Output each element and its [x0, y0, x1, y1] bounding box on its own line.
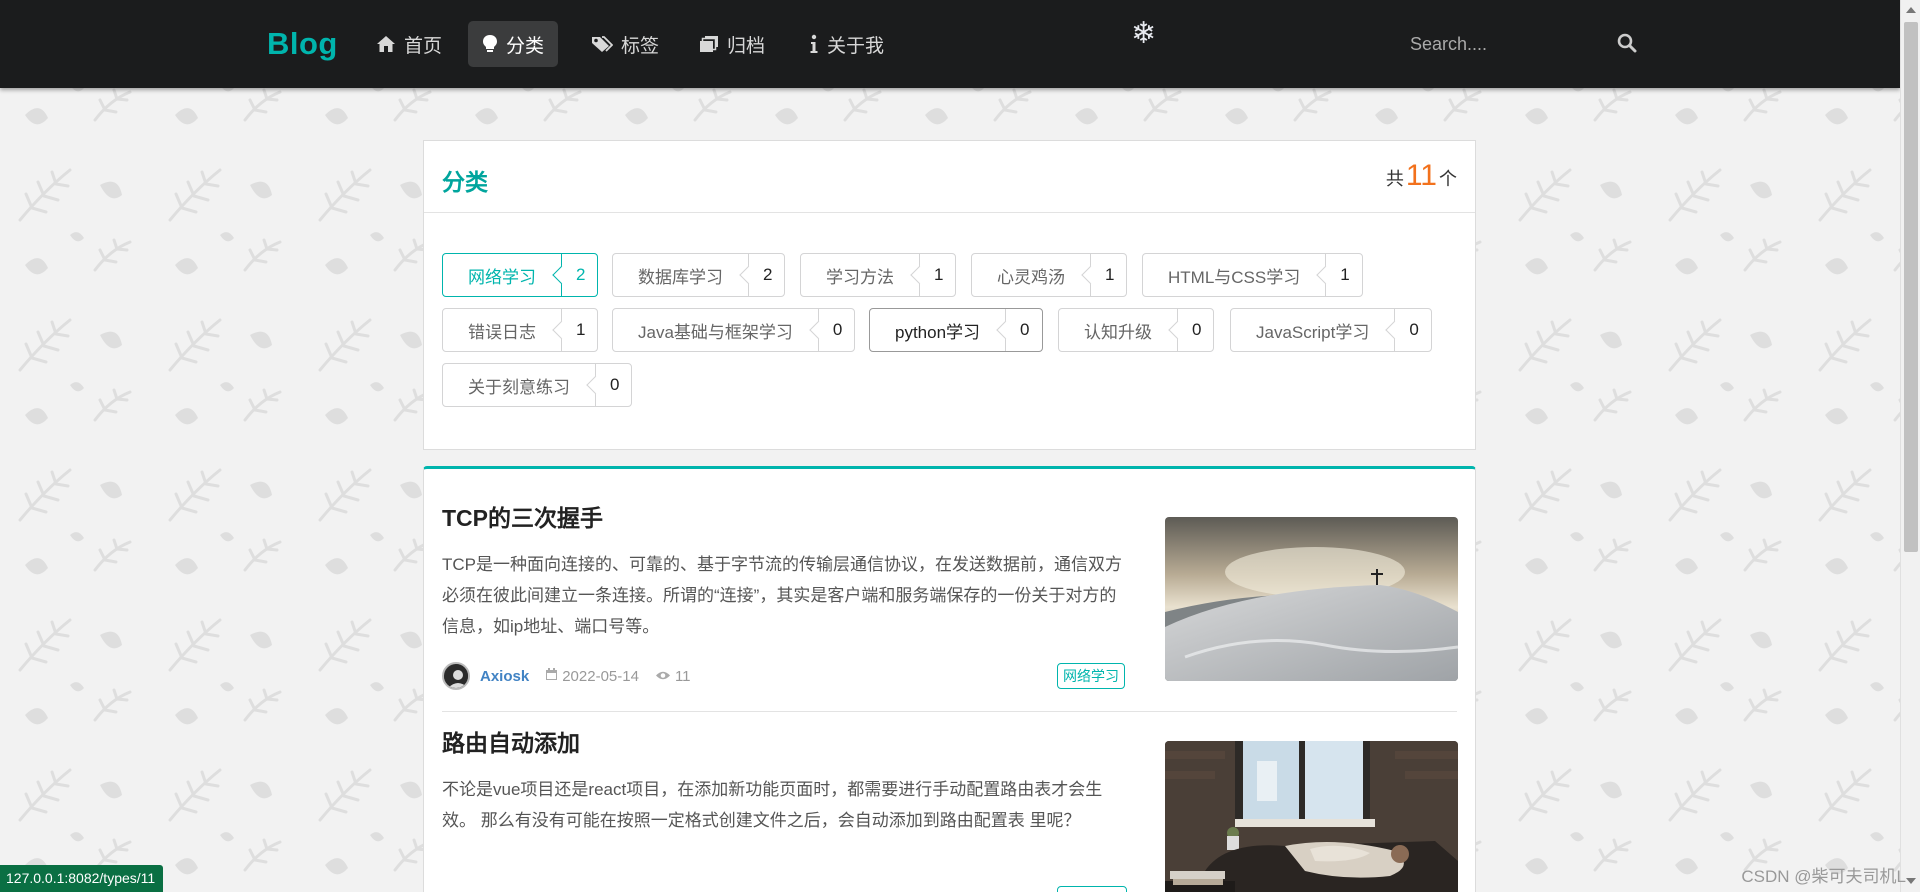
- category-panel: 分类 共 11 个 网络学习 2 数据库学习 2 学习方法 1 心灵鸡汤 1 H…: [423, 140, 1476, 450]
- post-date: 2022-05-14: [545, 667, 639, 685]
- status-url: 127.0.0.1:8082/types/11: [0, 865, 164, 892]
- category-label-javascript[interactable]: JavaScript学习 0: [1230, 308, 1432, 352]
- category-label-html-css[interactable]: HTML与CSS学习 1: [1142, 253, 1363, 297]
- post-date-text: 2022-05-14: [562, 667, 639, 685]
- category-label-name: HTML与CSS学习: [1168, 267, 1301, 287]
- post-excerpt: TCP是一种面向连接的、可靠的、基于字节流的传输层通信协议，在发送数据前，通信双…: [442, 555, 1122, 636]
- category-label-count: 1: [1325, 254, 1361, 296]
- category-label-count: 0: [817, 309, 854, 351]
- category-total-suffix: 个: [1439, 169, 1457, 189]
- category-label-count: 2: [561, 254, 597, 296]
- post-image-sleeping-person[interactable]: [1165, 741, 1458, 892]
- post-image-snowy-mountain[interactable]: [1165, 517, 1458, 681]
- category-title: 分类: [442, 169, 488, 195]
- category-label-name: 错误日志: [468, 322, 536, 342]
- top-navbar: Blog 首页 分类 标签 归档 关于我 ❄: [0, 0, 1900, 88]
- home-icon: [376, 35, 396, 53]
- category-label-cognition[interactable]: 认知升级 0: [1058, 308, 1215, 352]
- archive-icon: [699, 35, 719, 53]
- lightbulb-icon: [482, 34, 498, 54]
- category-label-network[interactable]: 网络学习 2: [442, 253, 599, 297]
- category-label-name: JavaScript学习: [1256, 322, 1370, 342]
- category-label-name: Java基础与框架学习: [638, 322, 793, 342]
- post-views-count: 11: [674, 667, 691, 685]
- scroll-down-arrow-icon[interactable]: [1906, 878, 1916, 884]
- category-label-learning-method[interactable]: 学习方法 1: [800, 253, 957, 297]
- nav-home-label: 首页: [404, 35, 443, 57]
- snowflake-icon: ❄: [1131, 17, 1157, 50]
- post-list-panel: TCP的三次握手 TCP是一种面向连接的、可靠的、基于字节流的传输层通信协议，在…: [423, 466, 1476, 892]
- category-total-prefix: 共: [1385, 169, 1404, 189]
- post-category-tag[interactable]: [1057, 886, 1127, 892]
- category-label-name: 关于刻意练习: [468, 377, 570, 397]
- category-label-count: 0: [1394, 309, 1430, 351]
- category-label-python[interactable]: python学习 0: [869, 308, 1043, 352]
- category-label-name: python学习: [895, 322, 981, 342]
- avatar[interactable]: [442, 662, 470, 690]
- nav-about-label: 关于我: [827, 35, 885, 57]
- scroll-up-arrow-icon[interactable]: [1906, 7, 1916, 13]
- category-label-name: 心灵鸡汤: [997, 267, 1065, 287]
- search-icon[interactable]: [1617, 33, 1637, 58]
- category-header: 分类 共 11 个: [424, 141, 1475, 213]
- nav-categories-label: 分类: [506, 35, 545, 57]
- category-label-name: 学习方法: [826, 267, 894, 287]
- category-label-error-log[interactable]: 错误日志 1: [442, 308, 599, 352]
- category-label-name: 数据库学习: [638, 267, 723, 287]
- category-label-java[interactable]: Java基础与框架学习 0: [612, 308, 856, 352]
- category-label-database[interactable]: 数据库学习 2: [612, 253, 786, 297]
- eye-icon: [655, 668, 671, 685]
- post-excerpt: 不论是vue项目还是react项目，在添加新功能页面时，都需要进行手动配置路由表…: [442, 780, 1103, 830]
- category-label-count: 0: [1005, 309, 1041, 351]
- nav-categories[interactable]: 分类: [468, 21, 559, 67]
- nav-tags-label: 标签: [621, 35, 660, 57]
- category-total: 共 11 个: [1386, 159, 1457, 193]
- category-label-count: 1: [1090, 254, 1126, 296]
- watermark: CSDN @柴可夫司机L: [1741, 867, 1906, 886]
- category-label-count: 1: [919, 254, 955, 296]
- nav-about[interactable]: 关于我: [795, 21, 898, 67]
- search-input[interactable]: [1396, 24, 1636, 64]
- category-label-count: 2: [748, 254, 784, 296]
- post-category-tag[interactable]: 网络学习: [1057, 663, 1125, 689]
- post-divider: [442, 711, 1457, 712]
- category-label-count: 1: [561, 309, 597, 351]
- tags-icon: [591, 35, 613, 53]
- post-views: 11: [655, 668, 691, 685]
- post-author[interactable]: Axiosk: [480, 668, 529, 685]
- nav-archive-label: 归档: [727, 35, 766, 57]
- nav-tags[interactable]: 标签: [577, 21, 673, 67]
- category-label-deliberate-practice[interactable]: 关于刻意练习 0: [442, 363, 633, 407]
- category-label-count: 0: [1177, 309, 1213, 351]
- category-label-count: 0: [595, 364, 631, 406]
- brand-logo[interactable]: Blog: [267, 26, 338, 62]
- calendar-icon: [545, 667, 558, 685]
- category-label-name: 网络学习: [468, 267, 536, 287]
- category-label-soul-soup[interactable]: 心灵鸡汤 1: [971, 253, 1128, 297]
- info-icon: [809, 34, 819, 54]
- nav-home[interactable]: 首页: [362, 21, 456, 67]
- vertical-scrollbar[interactable]: [1900, 0, 1920, 892]
- scrollbar-thumb[interactable]: [1904, 22, 1918, 552]
- category-label-name: 认知升级: [1084, 322, 1152, 342]
- post-meta: Axiosk 2022-05-14 11: [442, 662, 691, 690]
- category-total-number: 11: [1405, 159, 1437, 192]
- nav-archive[interactable]: 归档: [685, 21, 779, 67]
